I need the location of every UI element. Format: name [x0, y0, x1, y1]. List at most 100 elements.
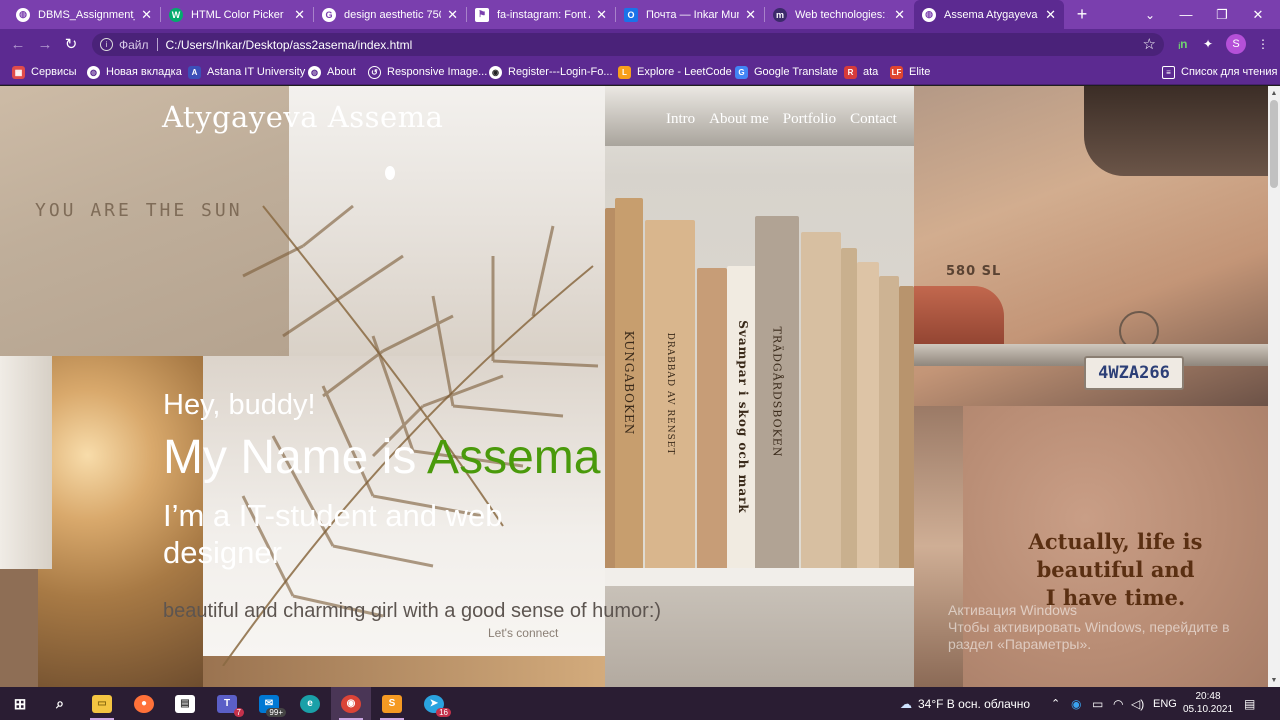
- bookmark-star-icon[interactable]: ☆: [1143, 35, 1156, 53]
- wifi-icon[interactable]: ◠: [1113, 687, 1123, 720]
- nav-link-intro[interactable]: Intro: [666, 111, 695, 128]
- nav-link-portfolio[interactable]: Portfolio: [783, 111, 836, 128]
- tab-design-aesthetic[interactable]: G design aesthetic 750x ✕: [314, 0, 466, 29]
- tab-outlook-mail[interactable]: O Почта — Inkar Munb ✕: [616, 0, 764, 29]
- bookmark-ata[interactable]: R ata: [844, 64, 878, 80]
- bookmark-google-translate[interactable]: G Google Translate: [735, 64, 838, 80]
- tab-title: design aesthetic 750x: [344, 8, 442, 21]
- book-spine: [857, 262, 879, 568]
- taskbar-mail[interactable]: ✉ 99+: [249, 687, 289, 720]
- reading-list-button[interactable]: ≡ Список для чтения: [1162, 64, 1277, 80]
- close-tab-icon[interactable]: ✕: [1045, 8, 1056, 21]
- taskbar-chrome[interactable]: ◉: [331, 687, 371, 720]
- forward-button[interactable]: →: [35, 34, 55, 54]
- bookmark-new-tab[interactable]: ◍ Новая вкладка: [87, 64, 182, 80]
- tab-web-technologies[interactable]: m Web technologies: As ✕: [765, 0, 913, 29]
- url-protocol: Файл: [119, 37, 149, 52]
- taskbar-edge[interactable]: e: [290, 687, 330, 720]
- taskbar-telegram[interactable]: ➤ 16: [414, 687, 454, 720]
- nav-link-contact[interactable]: Contact: [850, 111, 897, 128]
- close-window-button[interactable]: ✕: [1236, 0, 1280, 29]
- close-tab-icon[interactable]: ✕: [294, 8, 305, 21]
- bookmark-leetcode[interactable]: L Explore - LeetCode: [618, 64, 732, 80]
- address-bar[interactable]: i Файл C:/Users/Inkar/Desktop/ass2asema/…: [92, 33, 1164, 56]
- taskbar-firefox[interactable]: ●: [124, 687, 164, 720]
- bookmark-label: Сервисы: [31, 66, 77, 78]
- taskbar-store[interactable]: ▤: [165, 687, 205, 720]
- start-button[interactable]: ⊞: [0, 687, 40, 720]
- bookmark-responsive-image[interactable]: ↺ Responsive Image...: [368, 64, 487, 80]
- windows-logo-icon: ⊞: [13, 695, 27, 713]
- close-tab-icon[interactable]: ✕: [596, 8, 607, 21]
- book-title: DRABBAD AV RENSET: [665, 332, 675, 456]
- bookmark-astana-it[interactable]: A Astana IT University: [188, 64, 305, 80]
- github-icon: ◉: [489, 65, 502, 79]
- bookmark-elite[interactable]: LF Elite: [890, 64, 930, 80]
- back-button[interactable]: ←: [8, 34, 28, 54]
- scroll-down-icon[interactable]: ▼: [1268, 674, 1280, 686]
- shelf: [605, 568, 914, 586]
- security-icon[interactable]: ◉: [1071, 687, 1081, 720]
- divider: [156, 38, 158, 51]
- taskbar-sublime[interactable]: S: [372, 687, 412, 720]
- tab-assema-atygayeva[interactable]: ◍ Assema Atygayeva ✕: [914, 0, 1064, 29]
- close-tab-icon[interactable]: ✕: [447, 8, 458, 21]
- car-window: [1084, 86, 1268, 176]
- url-text[interactable]: C:/Users/Inkar/Desktop/ass2asema/index.h…: [166, 38, 413, 52]
- quote-line: Actually, life is: [1028, 529, 1203, 554]
- scroll-thumb[interactable]: [1270, 100, 1278, 188]
- hero-name-heading: My Name is Assema: [163, 430, 600, 485]
- scroll-up-icon[interactable]: ▲: [1268, 87, 1280, 99]
- close-tab-icon[interactable]: ✕: [745, 8, 756, 21]
- bookmark-label: Новая вкладка: [106, 66, 182, 78]
- search-button[interactable]: ⌕: [40, 687, 80, 720]
- globe-icon: ◍: [87, 65, 100, 79]
- new-tab-button[interactable]: +: [1072, 5, 1092, 25]
- bookmark-label: Astana IT University: [207, 66, 306, 78]
- bookmark-label: Explore - LeetCode: [637, 66, 732, 78]
- book-spine: [879, 276, 899, 568]
- profile-avatar[interactable]: S: [1226, 34, 1246, 54]
- bookmark-label: ata: [863, 66, 879, 78]
- weather-text: 34°F В осн. облачно: [918, 696, 1031, 711]
- activate-text: Чтобы активировать Windows, перейдите в …: [948, 619, 1230, 652]
- volume-icon[interactable]: ◁): [1131, 687, 1144, 720]
- info-icon[interactable]: i: [100, 38, 113, 51]
- firefox-icon: ●: [134, 694, 154, 713]
- extension-icon[interactable]: ᵢn: [1174, 35, 1192, 53]
- site-brand[interactable]: Atygayeva Assema: [162, 100, 443, 134]
- hero-greeting: Hey, buddy!: [163, 389, 316, 421]
- reload-button[interactable]: ↻: [61, 34, 81, 54]
- notification-badge: 16: [436, 708, 451, 717]
- globe-icon: ◍: [308, 65, 321, 79]
- nav-link-about-me[interactable]: About me: [709, 111, 769, 128]
- tray-expand-icon[interactable]: ⌃: [1051, 687, 1060, 720]
- menu-icon[interactable]: ⋮: [1254, 35, 1272, 53]
- language-indicator[interactable]: ENG: [1153, 687, 1177, 720]
- weather-widget[interactable]: ☁ 34°F В осн. облачно: [900, 687, 1030, 720]
- vertical-scrollbar[interactable]: ▲ ▼: [1268, 86, 1280, 687]
- tab-dbms-assignment[interactable]: ◍ DBMS_Assignment_4. ✕: [8, 0, 160, 29]
- tab-html-color-picker[interactable]: W HTML Color Picker ✕: [161, 0, 313, 29]
- brown-strip-image: [0, 569, 38, 687]
- hero-cta-link[interactable]: Let's connect: [488, 626, 558, 640]
- puzzle-extensions-icon[interactable]: ✦: [1199, 35, 1217, 53]
- book-title: Svampar i skog och mark: [736, 320, 750, 514]
- bookmark-register-login[interactable]: ◉ Register---Login-Fo...: [489, 64, 613, 80]
- tab-fa-instagram[interactable]: ⚑ fa-instagram: Font Aw ✕: [467, 0, 615, 29]
- ata-icon: R: [844, 65, 857, 79]
- taskbar-file-explorer[interactable]: ▭: [82, 687, 122, 720]
- close-tab-icon[interactable]: ✕: [141, 8, 152, 21]
- moodle-icon: m: [773, 7, 787, 22]
- clock[interactable]: 20:48 05.10.2021: [1183, 690, 1233, 716]
- taskbar-teams[interactable]: T 7: [207, 687, 247, 720]
- outlook-icon: O: [624, 7, 638, 22]
- close-tab-icon[interactable]: ✕: [894, 8, 905, 21]
- bookmark-about[interactable]: ◍ About: [308, 64, 356, 80]
- battery-icon[interactable]: ▭: [1092, 687, 1103, 720]
- chrome-icon: ◉: [341, 694, 361, 713]
- globe-icon: ◍: [16, 7, 30, 22]
- leetcode-icon: L: [618, 65, 631, 79]
- bookmark-services[interactable]: ▦ Сервисы: [12, 64, 77, 80]
- notifications-icon[interactable]: ▤: [1244, 687, 1255, 720]
